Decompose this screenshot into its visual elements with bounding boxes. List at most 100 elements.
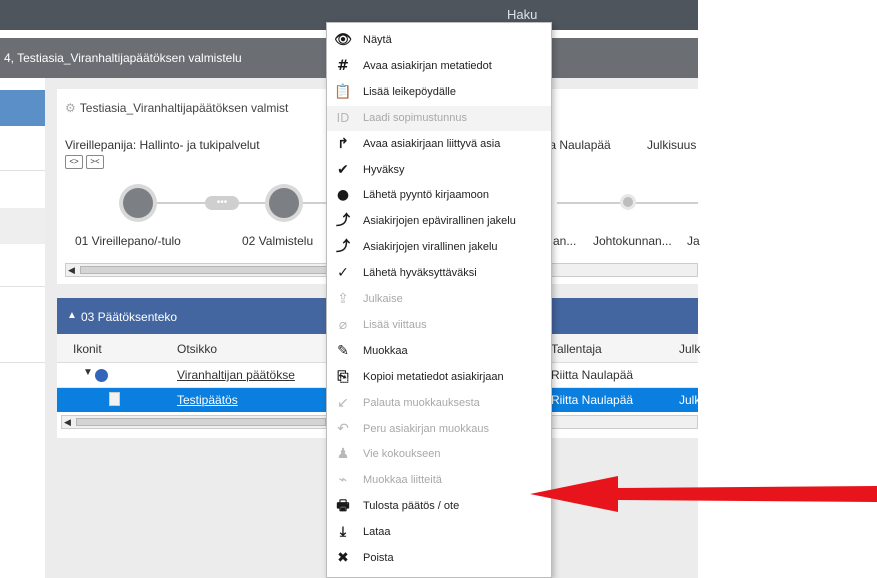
menu-item-label: Hyväksy (363, 163, 405, 176)
menu-item-label: Muokkaa liitteitä (363, 474, 442, 487)
stage-node-future[interactable] (623, 197, 633, 207)
column-header-saver[interactable]: Tallentaja (551, 342, 602, 356)
menu-item-label: Palauta muokkauksesta (363, 396, 480, 409)
sidebar-item[interactable] (0, 208, 45, 244)
menu-item-label: Laadi sopimustunnus (363, 111, 467, 124)
menu-item-official-share[interactable]: ⤴ Asiakirjojen virallinen jakelu (327, 235, 551, 260)
process-title: ⚙ Testiasia_Viranhaltijapäätöksen valmist (65, 101, 288, 115)
left-sidebar (0, 78, 45, 578)
paperclip-icon: ⌀ (338, 316, 348, 333)
menu-item-label: Vie kokoukseen (363, 448, 441, 461)
menu-item-send-approval[interactable]: ✓ Lähetä hyväksyttäväksi (327, 261, 551, 286)
pencil-icon: ✎ (337, 342, 349, 359)
sidebar-divider (0, 362, 45, 363)
delete-icon: ✖ (337, 550, 349, 566)
copy-icon: ⎘ (337, 368, 349, 385)
row-public: Julk (679, 393, 701, 407)
caret-down-icon[interactable]: ▼ (83, 367, 93, 378)
menu-item-open-case[interactable]: ↱ Avaa asiakirjaan liittyvä asia (327, 132, 551, 157)
stage-label[interactable]: 01 Vireillepano/-tulo (75, 234, 181, 248)
stage-label[interactable]: Ja (687, 234, 700, 248)
official-share-icon: ⤴ (336, 239, 350, 256)
stage-node-02[interactable] (269, 188, 299, 218)
menu-item-label: Asiakirjojen epävirallinen jakelu (363, 215, 516, 228)
row-saver: Riitta Naulapää (551, 368, 634, 382)
gear-icon[interactable]: ⚙ (65, 101, 76, 115)
scroll-thumb[interactable] (80, 266, 344, 274)
menu-item-id: ID Laadi sopimustunnus (327, 105, 551, 131)
collapse-all-button[interactable]: >< (86, 155, 104, 169)
open-case-icon: ↱ (337, 135, 349, 152)
column-header-public[interactable]: Julk (679, 342, 700, 356)
send-approval-icon: ✓ (337, 265, 349, 282)
menu-item-label: Poista (363, 552, 394, 564)
file-icon (109, 392, 120, 406)
request-icon: ● (336, 187, 350, 204)
menu-item-label: Kopioi metatiedot asiakirjaan (363, 370, 504, 383)
scroll-thumb[interactable] (76, 418, 326, 426)
stage-label[interactable]: Johtokunnan... (593, 234, 672, 248)
meeting-icon: ♟ (336, 446, 350, 463)
menu-item-paperclip: ⌀ Lisää viittaus (327, 313, 551, 338)
collapsed-stages[interactable]: ••• (205, 196, 239, 210)
publish-icon: ⇪ (337, 291, 349, 307)
download-icon: ⤓ (339, 524, 347, 541)
expand-all-button[interactable]: <> (65, 155, 83, 169)
menu-item-label: Lähetä hyväksyttäväksi (363, 267, 477, 280)
menu-item-printer[interactable]: 🖶 Tulosta päätös / ote (327, 494, 551, 519)
menu-item-label: Muokkaa (363, 344, 408, 357)
menu-item-delete[interactable]: ✖ Poista (327, 546, 551, 571)
row-title-link[interactable]: Viranhaltijan päätökse (177, 368, 295, 382)
menu-item-label: Lähetä pyyntö kirjaamoon (363, 189, 489, 202)
annotation-arrow (530, 476, 877, 512)
share-icon: ⤴ (336, 213, 350, 230)
chevron-up-icon[interactable]: ▲ (67, 310, 77, 321)
menu-item-label: Näytä (363, 34, 392, 46)
menu-item-attachment: ⌁ Muokkaa liitteitä (327, 468, 551, 493)
hash-icon: # (337, 57, 349, 74)
menu-item-download[interactable]: ⤓ Lataa (327, 520, 551, 545)
process-title-text: Testiasia_Viranhaltijapäätöksen valmist (79, 101, 289, 115)
stage-label[interactable]: an... (553, 234, 576, 248)
initiator-info: Vireillepanija: Hallinto- ja tukipalvelu… (65, 138, 260, 152)
publicity-info: Julkisuus (647, 138, 697, 152)
menu-item-clipboard[interactable]: 📋 Lisää leikepöydälle (327, 80, 551, 105)
sidebar-divider (0, 170, 45, 171)
menu-item-label: Lisää leikepöydälle (363, 85, 456, 98)
annotation-arrow-shape (530, 476, 877, 512)
menu-item-label: Lataa (363, 526, 391, 539)
row-title-link[interactable]: Testipäätös (177, 393, 238, 407)
column-header-icons[interactable]: Ikonit (73, 342, 102, 356)
menu-item-meeting: ♟ Vie kokoukseen (327, 442, 551, 467)
context-menu: 👁 Näytä # Avaa asiakirjan metatiedot 📋 Lisää … (326, 22, 552, 578)
clipboard-icon: 📋 (334, 83, 352, 100)
menu-item-pencil[interactable]: ✎ Muokkaa (327, 339, 551, 364)
stage-node-01[interactable] (123, 188, 153, 218)
menu-item-copy[interactable]: ⎘ Kopioi metatiedot asiakirjaan (327, 365, 551, 390)
document-group-icon (95, 369, 108, 382)
restore-icon: ↙ (337, 394, 349, 411)
menu-item-share[interactable]: ⤴ Asiakirjojen epävirallinen jakelu (327, 209, 551, 234)
menu-item-request[interactable]: ● Lähetä pyyntö kirjaamoon (327, 183, 551, 208)
attachment-icon: ⌁ (338, 472, 348, 489)
menu-item-check[interactable]: ✔ Hyväksy (327, 158, 551, 183)
stage-label[interactable]: 02 Valmistelu (242, 234, 313, 248)
menu-item-label: Julkaise (363, 293, 403, 305)
cancel-edit-icon: ↶ (337, 420, 349, 437)
printer-icon: 🖶 (336, 498, 350, 515)
menu-item-label: Peru asiakirjan muokkaus (363, 422, 489, 435)
sidebar-item-active[interactable] (0, 90, 45, 126)
id-icon: ID (336, 110, 350, 125)
menu-item-label: Avaa asiakirjaan liittyvä asia (363, 137, 501, 150)
window-title: 4, Testiasia_Viranhaltijapäätöksen valmi… (4, 51, 242, 65)
scroll-left-icon[interactable]: ◀ (64, 416, 71, 428)
menu-item-label: Tulosta päätös / ote (363, 500, 460, 513)
pdf-icon: ▤ (333, 574, 353, 577)
search-link[interactable]: Haku (507, 7, 537, 22)
menu-item-label: Asiakirjojen virallinen jakelu (363, 241, 498, 254)
menu-item-hash[interactable]: # Avaa asiakirjan metatiedot (327, 54, 551, 79)
column-header-title[interactable]: Otsikko (177, 342, 217, 356)
row-saver: Riitta Naulapää (551, 393, 634, 407)
scroll-left-icon[interactable]: ◀ (68, 264, 75, 276)
menu-item-eye[interactable]: 👁 Näytä (327, 28, 551, 53)
